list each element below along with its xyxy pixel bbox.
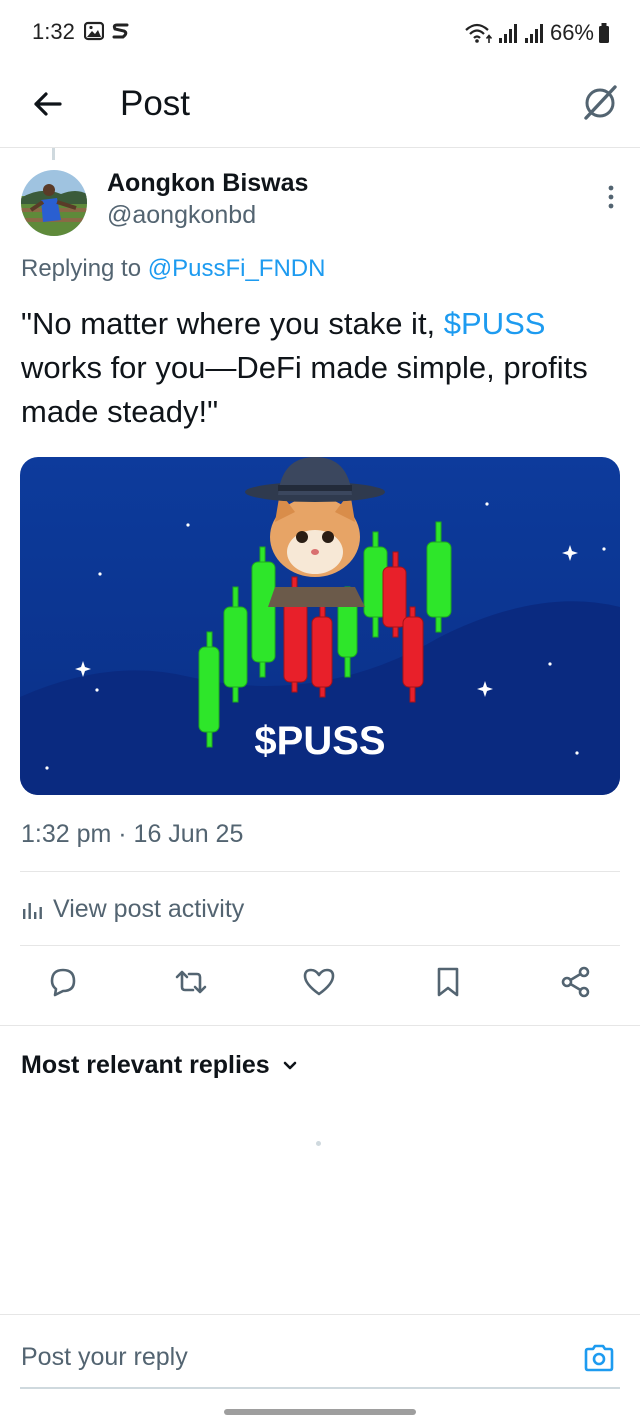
signal-icon <box>524 24 543 43</box>
post-text-start: "No matter where you stake it, <box>21 306 444 341</box>
grok-icon[interactable] <box>580 82 620 122</box>
like-icon[interactable] <box>302 965 336 999</box>
home-indicator[interactable] <box>224 1409 416 1415</box>
thread-line <box>52 148 55 160</box>
camera-icon[interactable] <box>582 1341 616 1375</box>
post-timestamp[interactable]: 1:32 pm · 16 Jun 25 <box>21 820 243 849</box>
avatar[interactable] <box>21 170 87 236</box>
status-bar: 1:32 66% <box>0 0 640 64</box>
reply-input-underline <box>20 1387 620 1389</box>
arrow-left-icon[interactable] <box>28 84 68 124</box>
image-caption: $PUSS <box>254 719 386 763</box>
status-time: 1:32 <box>32 19 75 44</box>
loading-indicator <box>316 1141 321 1146</box>
author-name[interactable]: Aongkon Biswas <box>107 169 308 198</box>
page-title: Post <box>120 84 191 123</box>
divider <box>20 945 620 946</box>
wifi-icon <box>465 23 493 43</box>
replies-sort-dropdown[interactable]: Most relevant replies <box>21 1051 298 1080</box>
s-app-icon <box>112 23 129 39</box>
replying-to: Replying to @PussFi_FNDN <box>21 255 325 283</box>
post-image[interactable]: $PUSS <box>20 457 620 795</box>
reply-input[interactable]: Post your reply <box>21 1343 188 1372</box>
view-post-activity[interactable]: View post activity <box>21 895 244 924</box>
author-handle[interactable]: @aongkonbd <box>107 201 256 230</box>
replies-sort-label: Most relevant replies <box>21 1051 270 1079</box>
battery-icon <box>599 23 609 43</box>
cashtag-link[interactable]: $PUSS <box>444 306 546 341</box>
share-icon[interactable] <box>559 965 593 999</box>
divider <box>20 871 620 872</box>
divider <box>0 1025 640 1026</box>
signal-icon <box>498 24 517 43</box>
repost-icon[interactable] <box>174 965 208 999</box>
battery-percent: 66% <box>549 20 594 45</box>
gallery-icon <box>84 21 104 41</box>
post-text: "No matter where you stake it, $PUSS wor… <box>21 302 621 434</box>
post-actions <box>0 965 640 1010</box>
chevron-down-icon <box>283 1061 297 1069</box>
bookmark-icon[interactable] <box>431 965 465 999</box>
more-options-icon[interactable] <box>606 184 616 210</box>
replying-prefix: Replying to <box>21 255 148 282</box>
replying-mention-link[interactable]: @PussFi_FNDN <box>148 255 326 282</box>
top-app-bar: Post <box>0 64 640 148</box>
analytics-icon <box>23 902 42 919</box>
post-text-end: works for you—DeFi made simple, profits … <box>21 350 588 429</box>
view-post-activity-label: View post activity <box>53 895 245 923</box>
reply-bar: Post your reply <box>0 1314 640 1422</box>
reply-icon[interactable] <box>46 965 80 999</box>
status-right: 66% <box>464 19 610 47</box>
